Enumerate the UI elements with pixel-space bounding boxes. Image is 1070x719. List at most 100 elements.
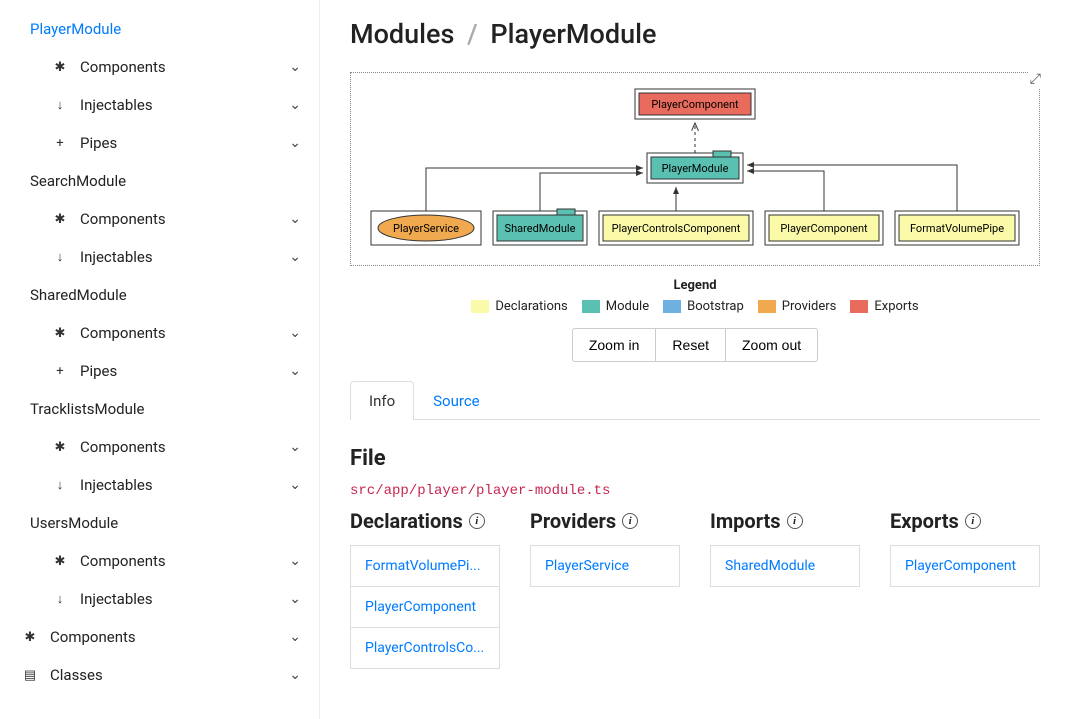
list-icon: ▤ [20,668,40,683]
link-card[interactable]: SharedModule [710,545,860,587]
info-icon[interactable]: i [469,513,485,529]
legend-swatch [850,300,868,313]
link-card[interactable]: PlayerComponent [350,587,500,628]
info-icon[interactable]: i [787,513,803,529]
chevron-down-icon: ⌄ [289,591,301,607]
col-declarations: Declarations i FormatVolumePi...PlayerCom… [350,509,500,669]
sidebar-module-PlayerModule[interactable]: PlayerModule [0,10,319,48]
legend-item: Declarations [471,299,567,314]
diagram-node-decl-2[interactable]: FormatVolumePipe [895,211,1019,245]
legend-swatch [471,300,489,313]
tab-source[interactable]: Source [414,381,498,420]
down-icon: ↓ [50,97,70,113]
legend-swatch [663,300,681,313]
breadcrumb-separator: / [467,18,478,50]
down-icon: ↓ [50,477,70,493]
exports-title: Exports [890,509,959,533]
sidebar-module-SearchModule[interactable]: SearchModule [0,162,319,200]
sidebar-item-injectables[interactable]: ↓Injectables⌄ [0,466,319,504]
down-icon: ↓ [50,591,70,607]
sidebar-item-pipes[interactable]: +Pipes⌄ [0,124,319,162]
sidebar-item-components[interactable]: ✱Components⌄ [0,618,319,656]
chevron-down-icon: ⌄ [289,211,301,227]
legend-swatch [582,300,600,313]
sidebar-item-components[interactable]: ✱Components⌄ [0,314,319,352]
gear-icon: ✱ [50,440,70,455]
chevron-down-icon: ⌄ [289,135,301,151]
zoom-reset-button[interactable]: Reset [655,328,725,362]
link-card[interactable]: FormatVolumePi... [350,545,500,587]
chevron-down-icon: ⌄ [289,59,301,75]
diagram-node-module[interactable]: PlayerModule [647,151,743,183]
legend: Legend Declarations Module Bootstrap Provid… [350,278,1040,314]
chevron-down-icon: ⌄ [289,553,301,569]
chevron-down-icon: ⌄ [289,477,301,493]
down-icon: ↓ [50,249,70,265]
chevron-down-icon: ⌄ [289,667,301,683]
declarations-title: Declarations [350,509,463,533]
legend-item: Exports [850,299,918,314]
providers-title: Providers [530,509,616,533]
svg-text:PlayerControlsComponent: PlayerControlsComponent [612,222,741,235]
legend-item: Bootstrap [663,299,744,314]
diagram-node-provider[interactable]: PlayerService [371,211,481,245]
legend-item: Module [582,299,649,314]
sidebar-module-TracklistsModule[interactable]: TracklistsModule [0,390,319,428]
info-icon[interactable]: i [622,513,638,529]
breadcrumb: Modules / PlayerModule [350,18,1040,50]
gear-icon: ✱ [50,554,70,569]
col-exports: Exports i PlayerComponent [890,509,1040,669]
breadcrumb-parent[interactable]: Modules [350,18,454,50]
diagram-node-import[interactable]: SharedModule [493,209,587,245]
gear-icon: ✱ [20,630,40,645]
sidebar-item-components[interactable]: ✱Components⌄ [0,542,319,580]
gear-icon: ✱ [50,326,70,341]
col-providers: Providers i PlayerService [530,509,680,669]
zoom-controls: Zoom inResetZoom out [350,328,1040,362]
svg-text:PlayerComponent: PlayerComponent [780,222,868,235]
svg-text:SharedModule: SharedModule [505,222,576,235]
chevron-down-icon: ⌄ [289,363,301,379]
tabs: Info Source [350,380,1040,420]
diagram-node-export[interactable]: PlayerComponent [635,89,755,119]
diagram-node-decl-0[interactable]: PlayerControlsComponent [599,211,753,245]
gear-icon: ✱ [50,212,70,227]
zoom-in-button[interactable]: Zoom in [572,328,656,362]
sidebar-module-SharedModule[interactable]: SharedModule [0,276,319,314]
gear-icon: ✱ [50,60,70,75]
plus-icon: + [50,136,70,151]
breadcrumb-current: PlayerModule [490,18,656,50]
dependency-diagram: PlayerComponent PlayerModule PlayerServi… [365,83,1025,253]
legend-title: Legend [350,278,1040,293]
tab-info[interactable]: Info [350,381,414,420]
diagram-node-decl-1[interactable]: PlayerComponent [765,211,883,245]
legend-item: Providers [758,299,837,314]
sidebar-item-components[interactable]: ✱Components⌄ [0,428,319,466]
sidebar: PlayerModule✱Components⌄↓Injectables⌄+Pi… [0,0,320,719]
file-path: src/app/player/player-module.ts [350,483,1040,499]
sidebar-item-injectables[interactable]: ↓Injectables⌄ [0,238,319,276]
svg-text:PlayerModule: PlayerModule [662,162,729,175]
sidebar-item-injectables[interactable]: ↓Injectables⌄ [0,580,319,618]
legend-swatch [758,300,776,313]
svg-text:FormatVolumePipe: FormatVolumePipe [910,222,1004,235]
diagram-container: ⤢ PlayerComponent [350,72,1040,266]
link-card[interactable]: PlayerControlsCo... [350,628,500,669]
expand-icon[interactable]: ⤢ [1028,69,1043,89]
sidebar-item-pipes[interactable]: +Pipes⌄ [0,352,319,390]
sidebar-module-UsersModule[interactable]: UsersModule [0,504,319,542]
info-icon[interactable]: i [965,513,981,529]
imports-title: Imports [710,509,781,533]
link-card[interactable]: PlayerService [530,545,680,587]
chevron-down-icon: ⌄ [289,439,301,455]
sidebar-item-components[interactable]: ✱Components⌄ [0,48,319,86]
svg-text:PlayerService: PlayerService [393,222,459,235]
sidebar-item-classes[interactable]: ▤Classes⌄ [0,656,319,694]
zoom-out-button[interactable]: Zoom out [725,328,818,362]
sidebar-item-injectables[interactable]: ↓Injectables⌄ [0,86,319,124]
plus-icon: + [50,364,70,379]
link-card[interactable]: PlayerComponent [890,545,1040,587]
col-imports: Imports i SharedModule [710,509,860,669]
sidebar-item-components[interactable]: ✱Components⌄ [0,200,319,238]
svg-text:PlayerComponent: PlayerComponent [651,98,739,111]
